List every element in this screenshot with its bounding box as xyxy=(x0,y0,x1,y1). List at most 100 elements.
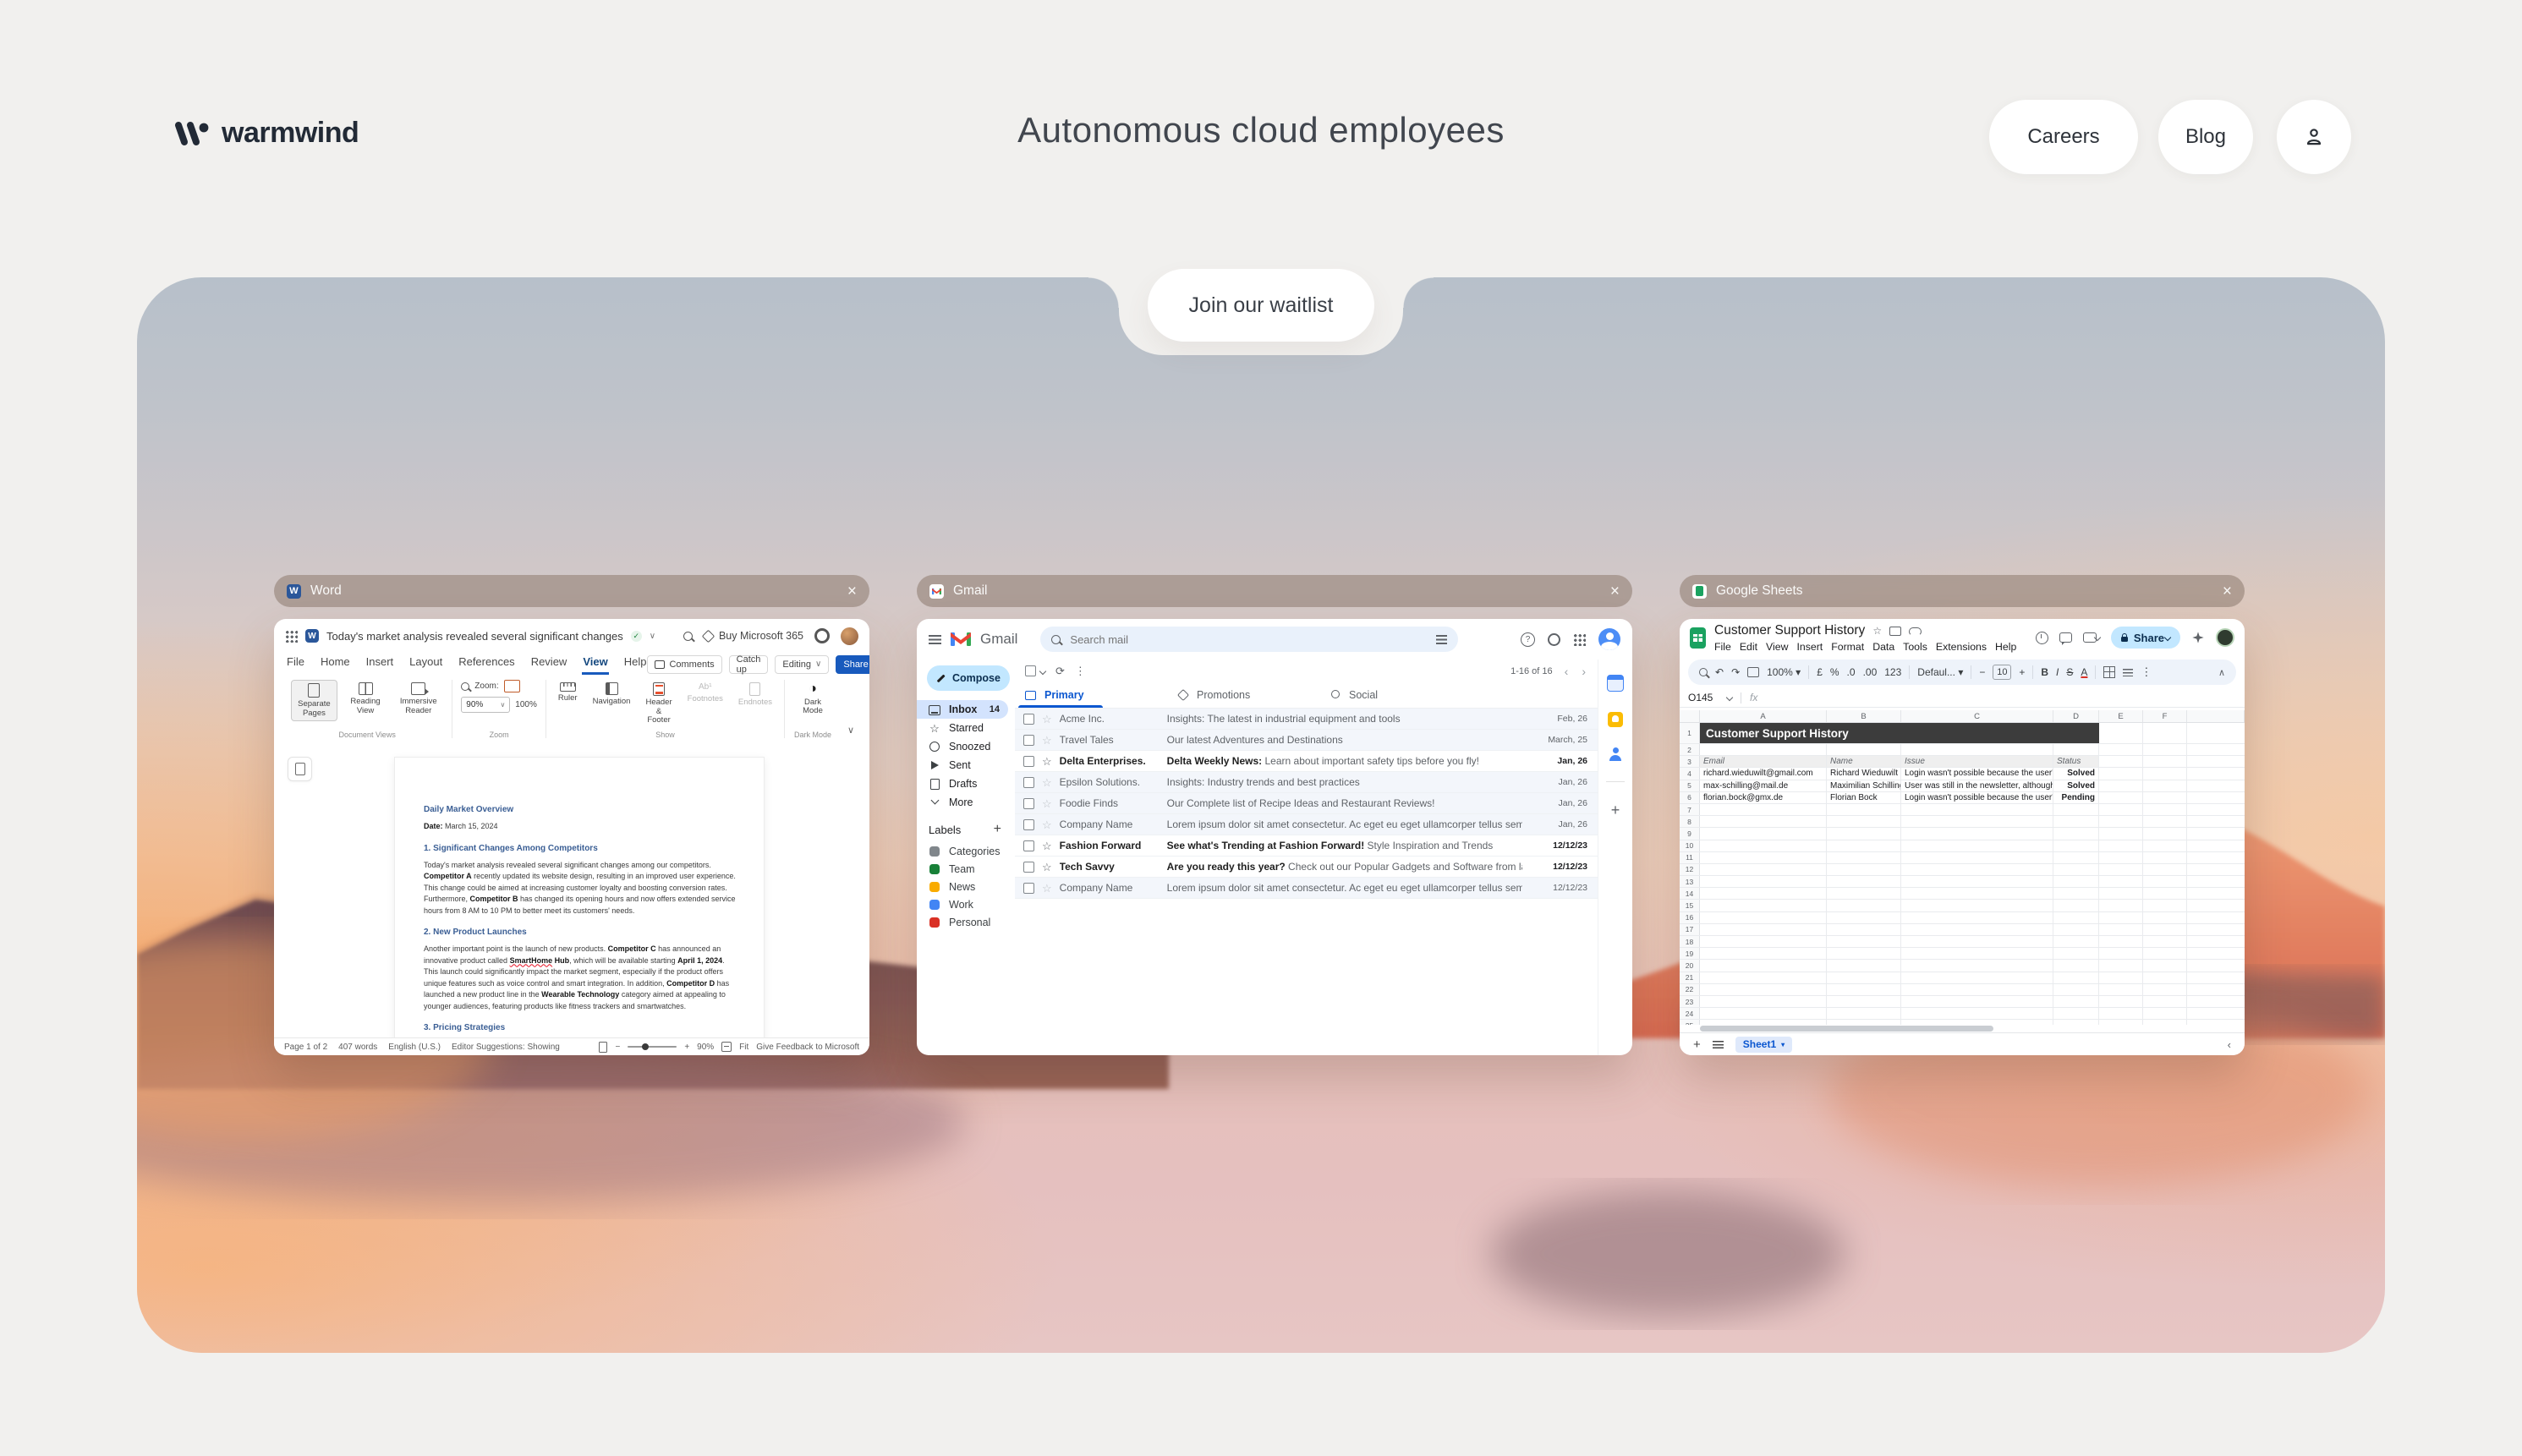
status-editor[interactable]: Editor Suggestions: Showing xyxy=(452,1043,560,1052)
menu-icon[interactable] xyxy=(929,635,941,644)
sheet-tab[interactable]: Sheet1▾ xyxy=(1735,1037,1792,1053)
star-icon[interactable] xyxy=(1042,862,1052,873)
cell[interactable] xyxy=(1827,972,1901,983)
email-checkbox[interactable] xyxy=(1023,735,1034,746)
gmail-nav-snoozed[interactable]: Snoozed xyxy=(917,737,1008,756)
gemini-sparkle-icon[interactable] xyxy=(2191,631,2205,644)
cell[interactable] xyxy=(2143,723,2187,743)
cell[interactable] xyxy=(1901,948,2053,959)
column-header-B[interactable]: B xyxy=(1827,710,1901,722)
cell[interactable] xyxy=(2053,972,2099,983)
row-number[interactable]: 16 xyxy=(1680,912,1700,923)
chevron-down-icon[interactable] xyxy=(1039,667,1046,674)
select-all-checkbox[interactable] xyxy=(1025,665,1036,676)
cell[interactable] xyxy=(1827,936,1901,947)
grid-corner[interactable] xyxy=(1680,710,1700,722)
cell[interactable] xyxy=(1827,840,1901,851)
zoom-in-button[interactable]: + xyxy=(684,1043,689,1052)
gmail-label-team[interactable]: Team xyxy=(917,860,1015,878)
star-icon[interactable] xyxy=(1042,819,1052,830)
join-waitlist-button[interactable]: Join our waitlist xyxy=(1148,269,1374,342)
cell[interactable] xyxy=(2053,960,2099,971)
page-view-icon[interactable] xyxy=(599,1042,607,1053)
older-page-icon[interactable]: › xyxy=(1580,665,1587,678)
cell[interactable] xyxy=(2143,816,2187,827)
strikethrough-button[interactable]: S xyxy=(2066,666,2073,678)
cell[interactable] xyxy=(1700,744,1827,755)
cell[interactable] xyxy=(1901,804,2053,815)
cell[interactable] xyxy=(2053,996,2099,1007)
cell[interactable]: User was still in the newsletter, althou… xyxy=(1901,780,2053,791)
help-icon[interactable] xyxy=(1521,632,1535,647)
cell[interactable] xyxy=(2143,852,2187,863)
cell[interactable] xyxy=(2053,864,2099,875)
cell[interactable] xyxy=(2143,780,2187,791)
cell[interactable] xyxy=(1827,1020,1901,1025)
collapse-toolbar-icon[interactable] xyxy=(2218,667,2225,678)
star-icon[interactable] xyxy=(1042,777,1052,788)
row-number[interactable]: 14 xyxy=(1680,888,1700,899)
cell[interactable] xyxy=(1700,960,1827,971)
status-cell[interactable]: Pending xyxy=(2053,792,2099,803)
cell[interactable] xyxy=(2099,876,2143,887)
row-number[interactable]: 8 xyxy=(1680,816,1700,827)
row-number[interactable]: 12 xyxy=(1680,864,1700,875)
cell[interactable] xyxy=(2053,924,2099,935)
star-icon[interactable] xyxy=(1872,625,1882,637)
cell[interactable] xyxy=(2099,948,2143,959)
cell[interactable] xyxy=(2143,912,2187,923)
sheets-menu-data[interactable]: Data xyxy=(1872,641,1894,653)
email-row[interactable]: Travel TalesOur latest Adventures and De… xyxy=(1015,730,1598,751)
more-toolbar-icon[interactable] xyxy=(2141,665,2152,679)
sheets-menu-tools[interactable]: Tools xyxy=(1903,641,1927,653)
tab-primary[interactable]: Primary xyxy=(1015,682,1167,708)
cell[interactable] xyxy=(2053,912,2099,923)
cell[interactable] xyxy=(2099,996,2143,1007)
close-icon[interactable] xyxy=(2223,583,2232,599)
cell[interactable] xyxy=(2053,948,2099,959)
row-number[interactable]: 23 xyxy=(1680,996,1700,1007)
cell[interactable] xyxy=(1827,888,1901,899)
sheets-menu-view[interactable]: View xyxy=(1766,641,1788,653)
calendar-icon[interactable] xyxy=(1607,675,1624,692)
gmail-label-personal[interactable]: Personal xyxy=(917,913,1015,931)
gmail-label-work[interactable]: Work xyxy=(917,895,1015,913)
cell[interactable] xyxy=(2099,936,2143,947)
row-number[interactable]: 9 xyxy=(1680,828,1700,839)
cell[interactable] xyxy=(1700,948,1827,959)
cell[interactable]: Maximilian Schilling xyxy=(1827,780,1901,791)
cell[interactable] xyxy=(2099,792,2143,803)
cell[interactable] xyxy=(2053,1008,2099,1019)
star-icon[interactable] xyxy=(1042,883,1052,894)
cell[interactable] xyxy=(1901,864,2053,875)
row-number[interactable]: 13 xyxy=(1680,876,1700,887)
align-icon[interactable] xyxy=(2123,669,2133,676)
sheets-menu-edit[interactable]: Edit xyxy=(1740,641,1757,653)
cell[interactable] xyxy=(1700,984,1827,995)
header-cell-name[interactable]: Name xyxy=(1827,756,1901,767)
cell[interactable] xyxy=(2053,816,2099,827)
cell[interactable] xyxy=(2053,876,2099,887)
row-number[interactable]: 10 xyxy=(1680,840,1700,851)
cell[interactable] xyxy=(2099,744,2143,755)
column-header-C[interactable]: C xyxy=(1901,710,2053,722)
sheets-doc-title[interactable]: Customer Support History xyxy=(1714,623,1865,638)
column-header-F[interactable]: F xyxy=(2143,710,2187,722)
cell[interactable] xyxy=(2053,900,2099,911)
cell[interactable] xyxy=(1827,864,1901,875)
cell[interactable] xyxy=(2099,768,2143,779)
comments-button[interactable]: Comments xyxy=(647,655,721,674)
gmail-label-categories[interactable]: Categories xyxy=(917,842,1015,860)
cell[interactable] xyxy=(1901,1008,2053,1019)
cell[interactable] xyxy=(2099,924,2143,935)
gmail-nav-drafts[interactable]: Drafts xyxy=(917,775,1008,793)
close-icon[interactable] xyxy=(847,583,857,599)
waffle-icon[interactable] xyxy=(285,630,298,643)
cell[interactable] xyxy=(2099,900,2143,911)
cell[interactable] xyxy=(1901,972,2053,983)
cell[interactable]: Florian Bock xyxy=(1827,792,1901,803)
cell[interactable]: richard.wieduwilt@gmail.com xyxy=(1700,768,1827,779)
sheets-menu-format[interactable]: Format xyxy=(1831,641,1864,653)
row-number[interactable]: 21 xyxy=(1680,972,1700,983)
share-button[interactable]: Share xyxy=(2111,627,2180,649)
